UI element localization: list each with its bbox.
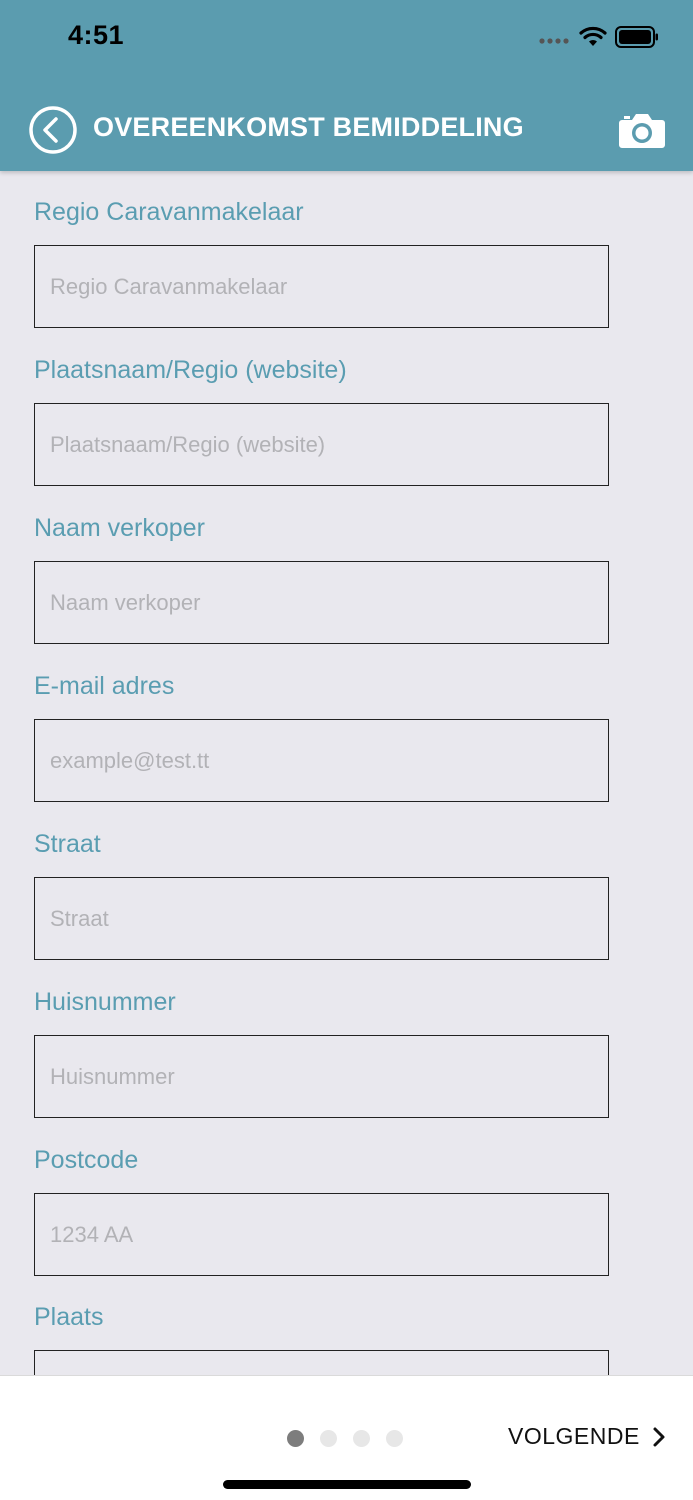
back-button[interactable] xyxy=(28,105,78,155)
field-label-plaats: Plaats xyxy=(34,1303,104,1331)
field-label-postcode: Postcode xyxy=(34,1146,139,1174)
plaatsnaam-regio-input[interactable] xyxy=(34,403,609,486)
page-dot-1 xyxy=(287,1430,304,1447)
field-label-email: E-mail adres xyxy=(34,672,175,700)
page-dot-3 xyxy=(353,1430,370,1447)
field-label-huisnummer: Huisnummer xyxy=(34,988,176,1016)
field-label-naam-verkoper: Naam verkoper xyxy=(34,514,205,542)
regio-caravanmakelaar-input[interactable] xyxy=(34,245,609,328)
next-button[interactable]: VOLGENDE xyxy=(508,1423,666,1450)
next-button-label: VOLGENDE xyxy=(508,1423,640,1449)
camera-icon xyxy=(619,114,665,148)
field-label-regio: Regio Caravanmakelaar xyxy=(34,198,304,226)
huisnummer-input[interactable] xyxy=(34,1035,609,1118)
page-dot-2 xyxy=(320,1430,337,1447)
postcode-input[interactable] xyxy=(34,1193,609,1276)
field-label-straat: Straat xyxy=(34,830,101,858)
straat-input[interactable] xyxy=(34,877,609,960)
chevron-right-icon xyxy=(653,1427,665,1446)
footer-bar: VOLGENDE xyxy=(0,1375,693,1500)
page-indicator xyxy=(287,1430,403,1447)
page-dot-4 xyxy=(386,1430,403,1447)
email-input[interactable] xyxy=(34,719,609,802)
page-title: OVEREENKOMST BEMIDDELING xyxy=(93,112,524,142)
naam-verkoper-input[interactable] xyxy=(34,561,609,644)
home-indicator xyxy=(223,1480,471,1489)
battery-icon xyxy=(615,26,659,52)
signal-icon xyxy=(539,30,571,49)
status-icons xyxy=(539,24,659,54)
status-time: 4:51 xyxy=(68,20,125,50)
plaats-input[interactable] xyxy=(34,1350,609,1375)
camera-button[interactable] xyxy=(618,110,666,150)
field-label-plaatsnaam: Plaatsnaam/Regio (website) xyxy=(34,356,347,384)
app-header: 4:51 OVEREENKOMST BEMIDDELING xyxy=(0,0,693,171)
back-icon xyxy=(29,106,77,154)
wifi-icon xyxy=(579,26,607,52)
form-scroll-area[interactable]: Regio Caravanmakelaar Plaatsnaam/Regio (… xyxy=(0,171,693,1375)
